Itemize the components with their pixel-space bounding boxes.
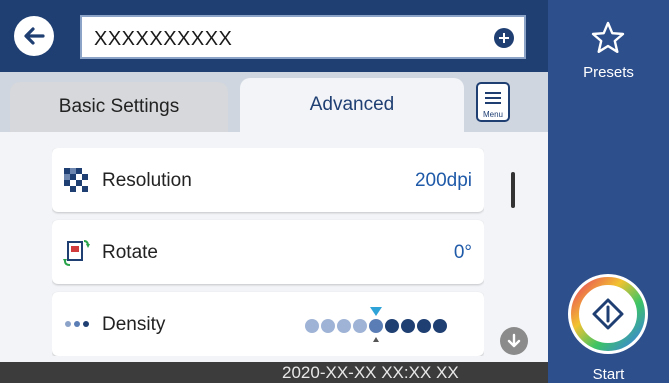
scrollbar-thumb[interactable] [511,172,515,208]
back-button[interactable] [14,16,54,56]
density-dot [417,319,431,333]
density-level-indicator[interactable] [304,304,464,344]
density-dot [401,319,415,333]
tab-advanced[interactable]: Advanced [240,78,464,132]
add-icon[interactable] [494,28,514,48]
menu-button[interactable]: Menu [476,82,510,122]
destination-value: XXXXXXXXXX [94,28,233,50]
scroll-down-button[interactable] [500,327,528,355]
status-datetime: 2020-XX-XX XX:XX XX [282,363,459,382]
setting-resolution[interactable]: Resolution 200dpi [52,148,484,212]
star-icon [591,21,625,53]
density-dot [305,319,319,333]
destination-field[interactable]: XXXXXXXXXX [80,15,526,59]
density-marker [370,307,382,316]
start-label: Start [592,366,625,383]
tab-basic-settings[interactable]: Basic Settings [10,82,228,132]
density-dot [337,319,351,333]
presets-label: Presets [583,64,634,81]
rotate-value: 0° [453,242,472,263]
resolution-icon [64,168,88,192]
status-bar: 2020-XX-XX XX:XX XX [0,362,548,383]
density-default-marker [373,337,379,342]
rotate-label: Rotate [102,242,158,263]
density-dot [369,319,383,333]
setting-rotate[interactable]: Rotate 0° [52,220,484,284]
density-dot [321,319,335,333]
start-button[interactable] [566,272,650,356]
setting-density[interactable]: Density [52,292,484,356]
density-dot [385,319,399,333]
tab-bar: Basic Settings Advanced Menu [0,72,548,132]
menu-label: Menu [482,110,503,119]
density-dot [433,319,447,333]
top-bar: XXXXXXXXXX [0,0,548,72]
menu-icon [485,92,501,107]
main-panel: XXXXXXXXXX Basic Settings Advanced Menu [0,0,548,383]
density-label: Density [102,314,166,335]
back-arrow-icon [24,27,45,45]
resolution-label: Resolution [102,170,192,191]
resolution-value: 200dpi [414,170,472,191]
side-panel: Presets Start [548,0,669,383]
presets-button[interactable]: Presets [548,14,669,94]
settings-list: Resolution 200dpi Rotate 0° Density [52,148,484,356]
density-icon [65,321,89,327]
rotate-icon [63,240,90,266]
arrow-down-icon [507,333,521,348]
density-dot [353,319,367,333]
